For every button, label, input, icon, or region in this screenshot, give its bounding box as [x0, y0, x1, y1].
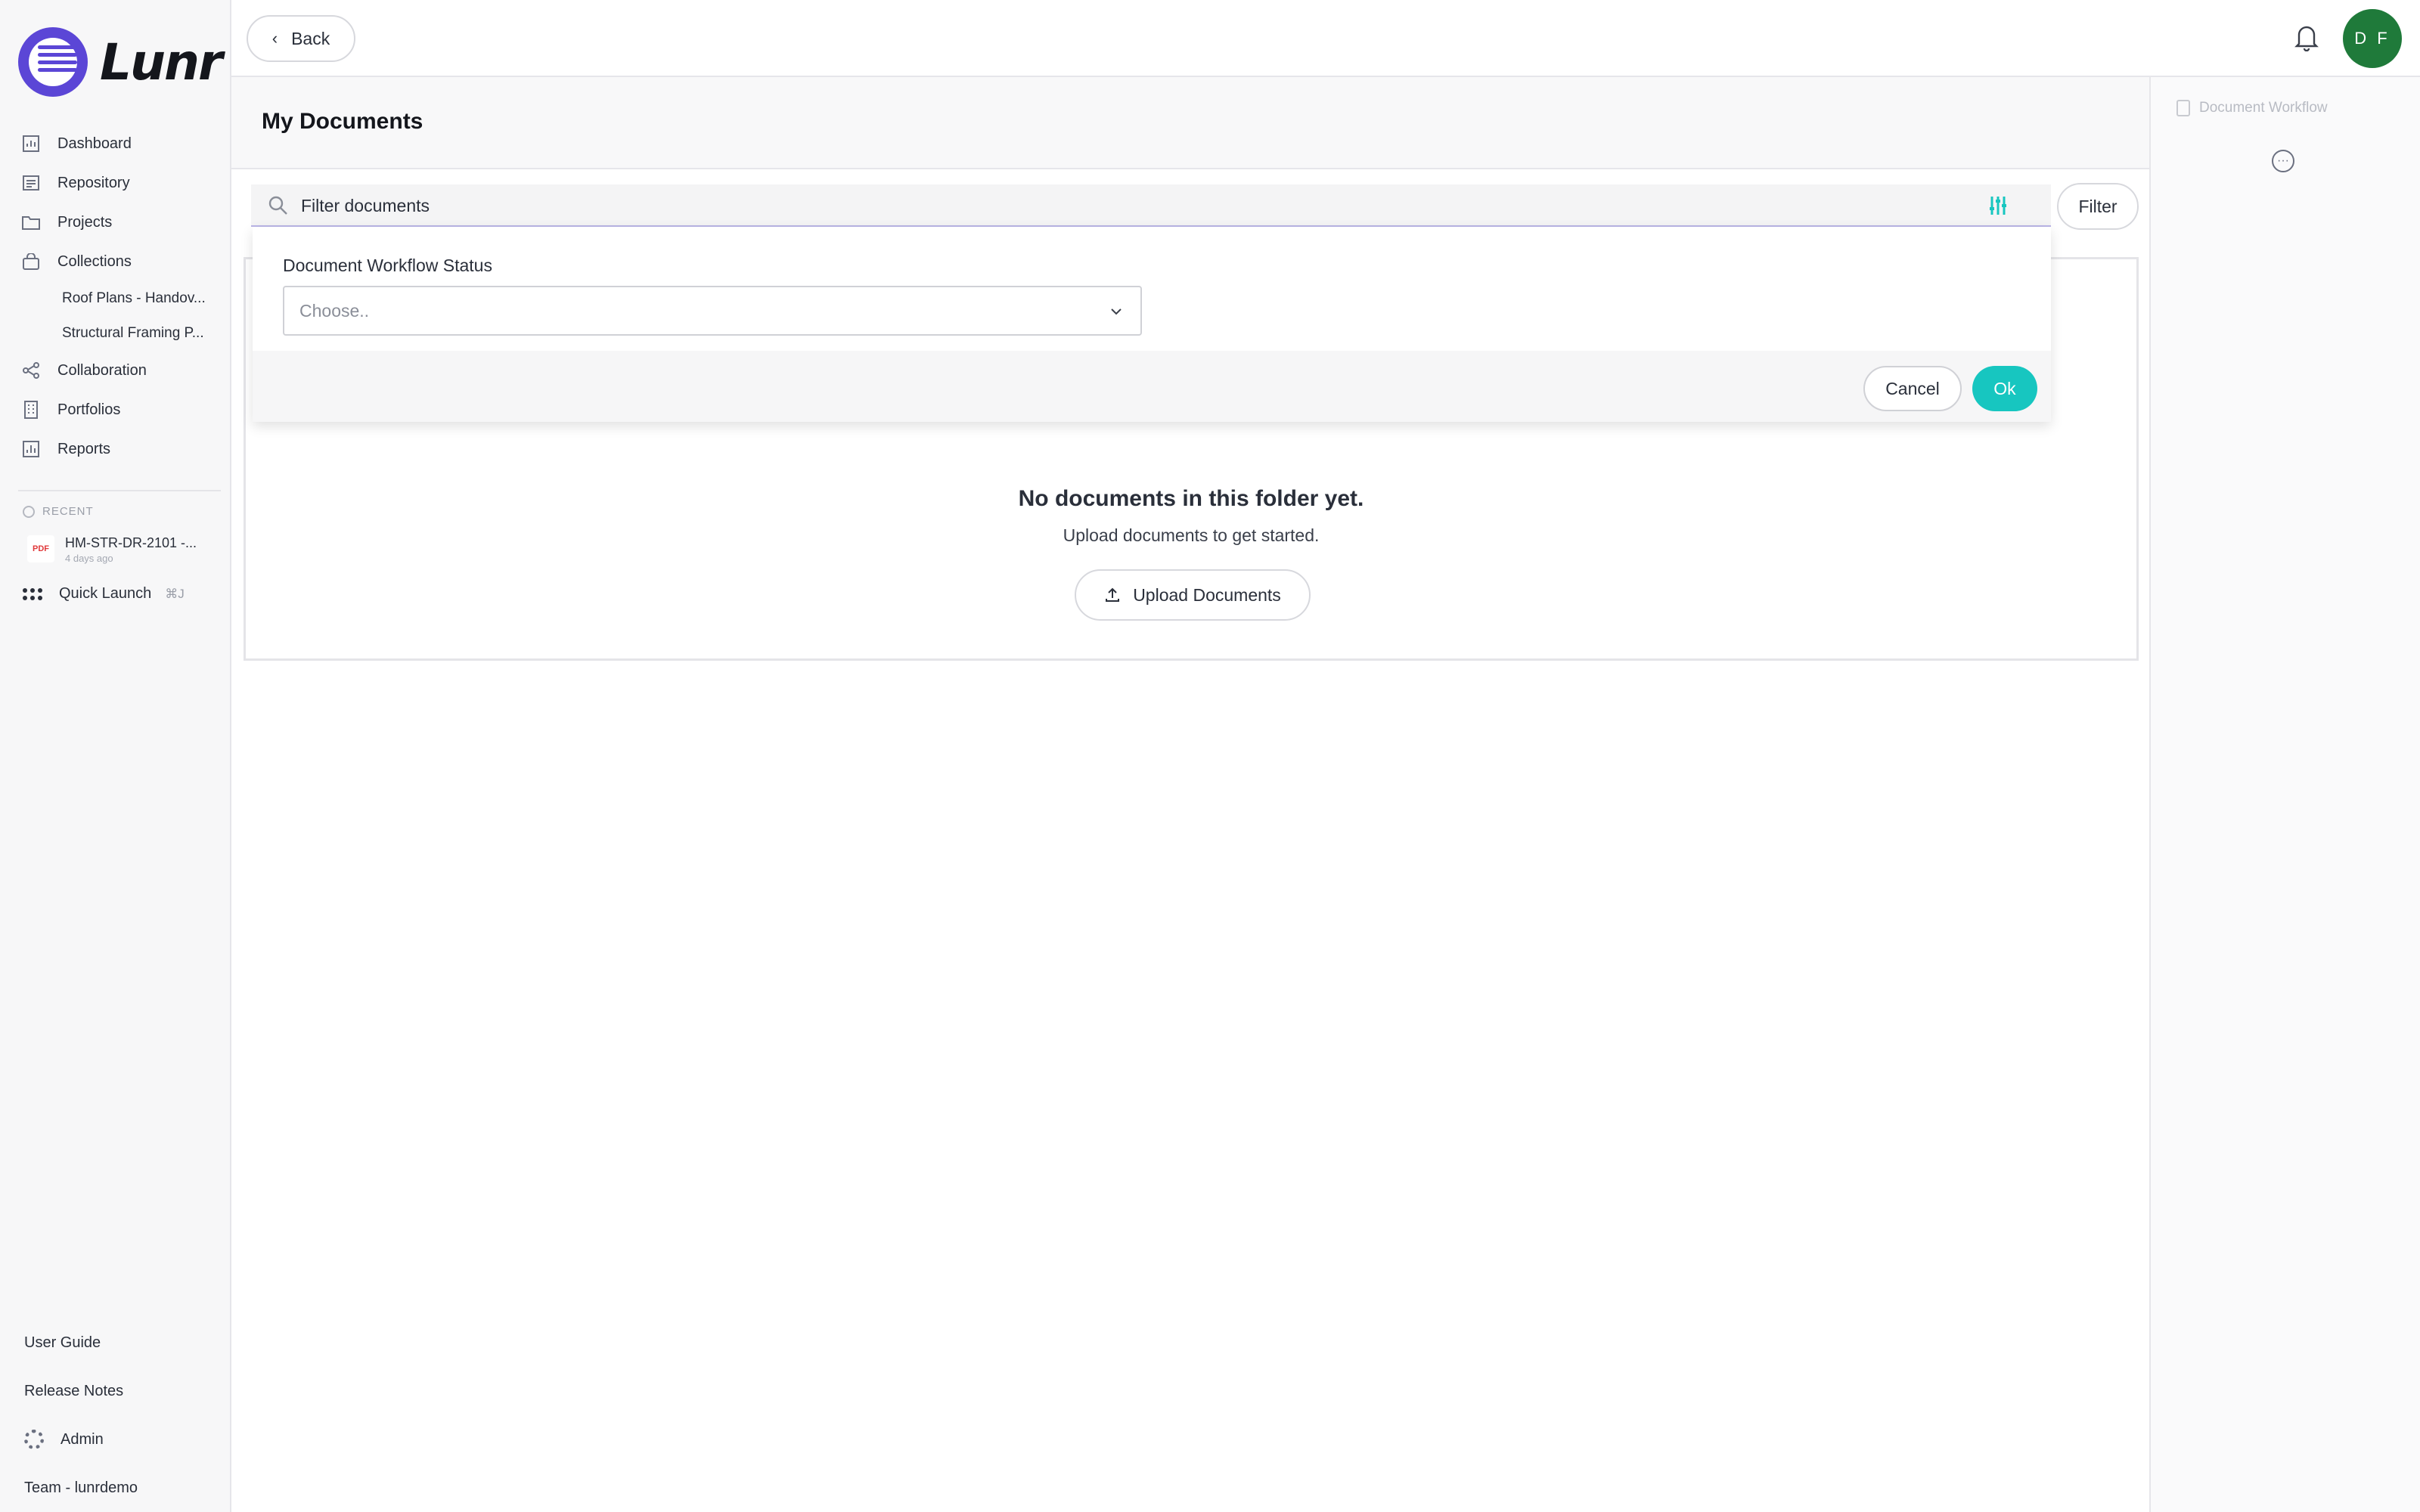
filter-search-bar	[251, 184, 2051, 227]
document-workflow-panel: Document Workflow ···	[2149, 77, 2420, 1512]
sidebar-item-label: Repository	[57, 174, 130, 191]
sidebar-nav: Dashboard Repository Projects Collection…	[21, 124, 225, 469]
sidebar-item-collaboration[interactable]: Collaboration	[21, 351, 225, 390]
chevron-down-icon	[1111, 308, 1122, 315]
select-placeholder: Choose..	[299, 301, 370, 321]
sidebar-divider	[18, 490, 221, 491]
grid-dots-icon	[23, 587, 42, 600]
lunr-logo[interactable]: Lunr	[18, 27, 223, 97]
document-icon	[2176, 100, 2190, 116]
back-label: Back	[291, 28, 330, 48]
avatar[interactable]: D F	[2343, 9, 2402, 68]
sidebar-item-label: Collections	[57, 253, 132, 270]
recent-file-name: HM-STR-DR-2101 -...	[65, 535, 197, 550]
recent-section-label: RECENT	[23, 505, 94, 518]
sidebar-item-portfolios[interactable]: Portfolios	[21, 390, 225, 429]
page-header: My Documents	[231, 77, 2149, 169]
sidebar-item-label: Dashboard	[57, 135, 132, 152]
gear-icon	[24, 1430, 44, 1449]
sliders-icon[interactable]	[1986, 194, 2010, 218]
filter-panel-footer: Cancel Ok	[253, 351, 2051, 422]
sidebar-item-label: Portfolios	[57, 401, 121, 418]
filter-button[interactable]: Filter	[2057, 183, 2139, 230]
panel-title: Document Workflow	[2176, 100, 2328, 116]
filter-dropdown-panel: Document Workflow Status Choose.. Cancel…	[253, 227, 2051, 422]
report-icon	[21, 439, 41, 459]
workflow-status-label: Document Workflow Status	[283, 256, 492, 275]
top-bar: ‹ Back D F	[231, 0, 2420, 77]
sidebar-item-label: Collaboration	[57, 361, 147, 379]
upload-label: Upload Documents	[1133, 584, 1281, 605]
quick-launch-shortcut: ⌘J	[165, 586, 185, 601]
sidebar-item-reports[interactable]: Reports	[21, 429, 225, 469]
logo-text: Lunr	[100, 33, 223, 91]
sidebar-item-label: Projects	[57, 213, 113, 231]
admin-label: Admin	[60, 1430, 104, 1448]
admin-link[interactable]: Admin	[24, 1415, 138, 1464]
more-options-icon[interactable]: ···	[2272, 150, 2294, 172]
quick-launch-label: Quick Launch	[59, 585, 152, 602]
release-notes-link[interactable]: Release Notes	[24, 1367, 138, 1415]
sidebar: Lunr Dashboard Repository Projects Colle…	[0, 0, 231, 1512]
page-title: My Documents	[262, 109, 424, 134]
share-icon	[21, 361, 41, 380]
bell-icon[interactable]	[2293, 23, 2323, 53]
cancel-button[interactable]: Cancel	[1863, 366, 1962, 411]
lunr-logo-icon	[18, 27, 88, 97]
filter-documents-input[interactable]	[301, 192, 1950, 219]
workflow-status-select[interactable]: Choose..	[283, 286, 1142, 336]
sidebar-item-projects[interactable]: Projects	[21, 203, 225, 242]
search-icon	[268, 196, 287, 215]
collection-item[interactable]: Structural Framing P...	[21, 316, 225, 351]
sidebar-item-dashboard[interactable]: Dashboard	[21, 124, 225, 163]
recent-file-time: 4 days ago	[65, 553, 113, 564]
building-icon	[21, 400, 41, 420]
empty-state-subtitle: Upload documents to get started.	[1063, 525, 1320, 545]
ok-button[interactable]: Ok	[1972, 366, 2037, 411]
chart-icon	[21, 134, 41, 153]
folder-icon	[21, 212, 41, 232]
upload-icon	[1106, 587, 1120, 602]
collection-item[interactable]: Roof Plans - Handov...	[21, 281, 225, 316]
recent-file-item[interactable]: PDF HM-STR-DR-2101 -... 4 days ago	[27, 535, 197, 564]
sidebar-footer: User Guide Release Notes Admin Team - lu…	[24, 1318, 138, 1512]
sidebar-item-label: Reports	[57, 440, 111, 457]
chevron-left-icon: ‹	[271, 29, 278, 48]
upload-documents-button[interactable]: Upload Documents	[1075, 569, 1311, 621]
quick-launch-button[interactable]: Quick Launch ⌘J	[23, 585, 185, 603]
user-guide-link[interactable]: User Guide	[24, 1318, 138, 1367]
clock-icon	[23, 505, 35, 518]
back-button[interactable]: ‹ Back	[247, 15, 355, 62]
team-label[interactable]: Team - lunrdemo	[24, 1464, 138, 1512]
sidebar-item-collections[interactable]: Collections	[21, 242, 225, 281]
pdf-icon: PDF	[27, 535, 54, 562]
empty-state-title: No documents in this folder yet.	[1018, 486, 1364, 511]
bag-icon	[21, 252, 41, 271]
repository-icon	[21, 173, 41, 193]
sidebar-item-repository[interactable]: Repository	[21, 163, 225, 203]
